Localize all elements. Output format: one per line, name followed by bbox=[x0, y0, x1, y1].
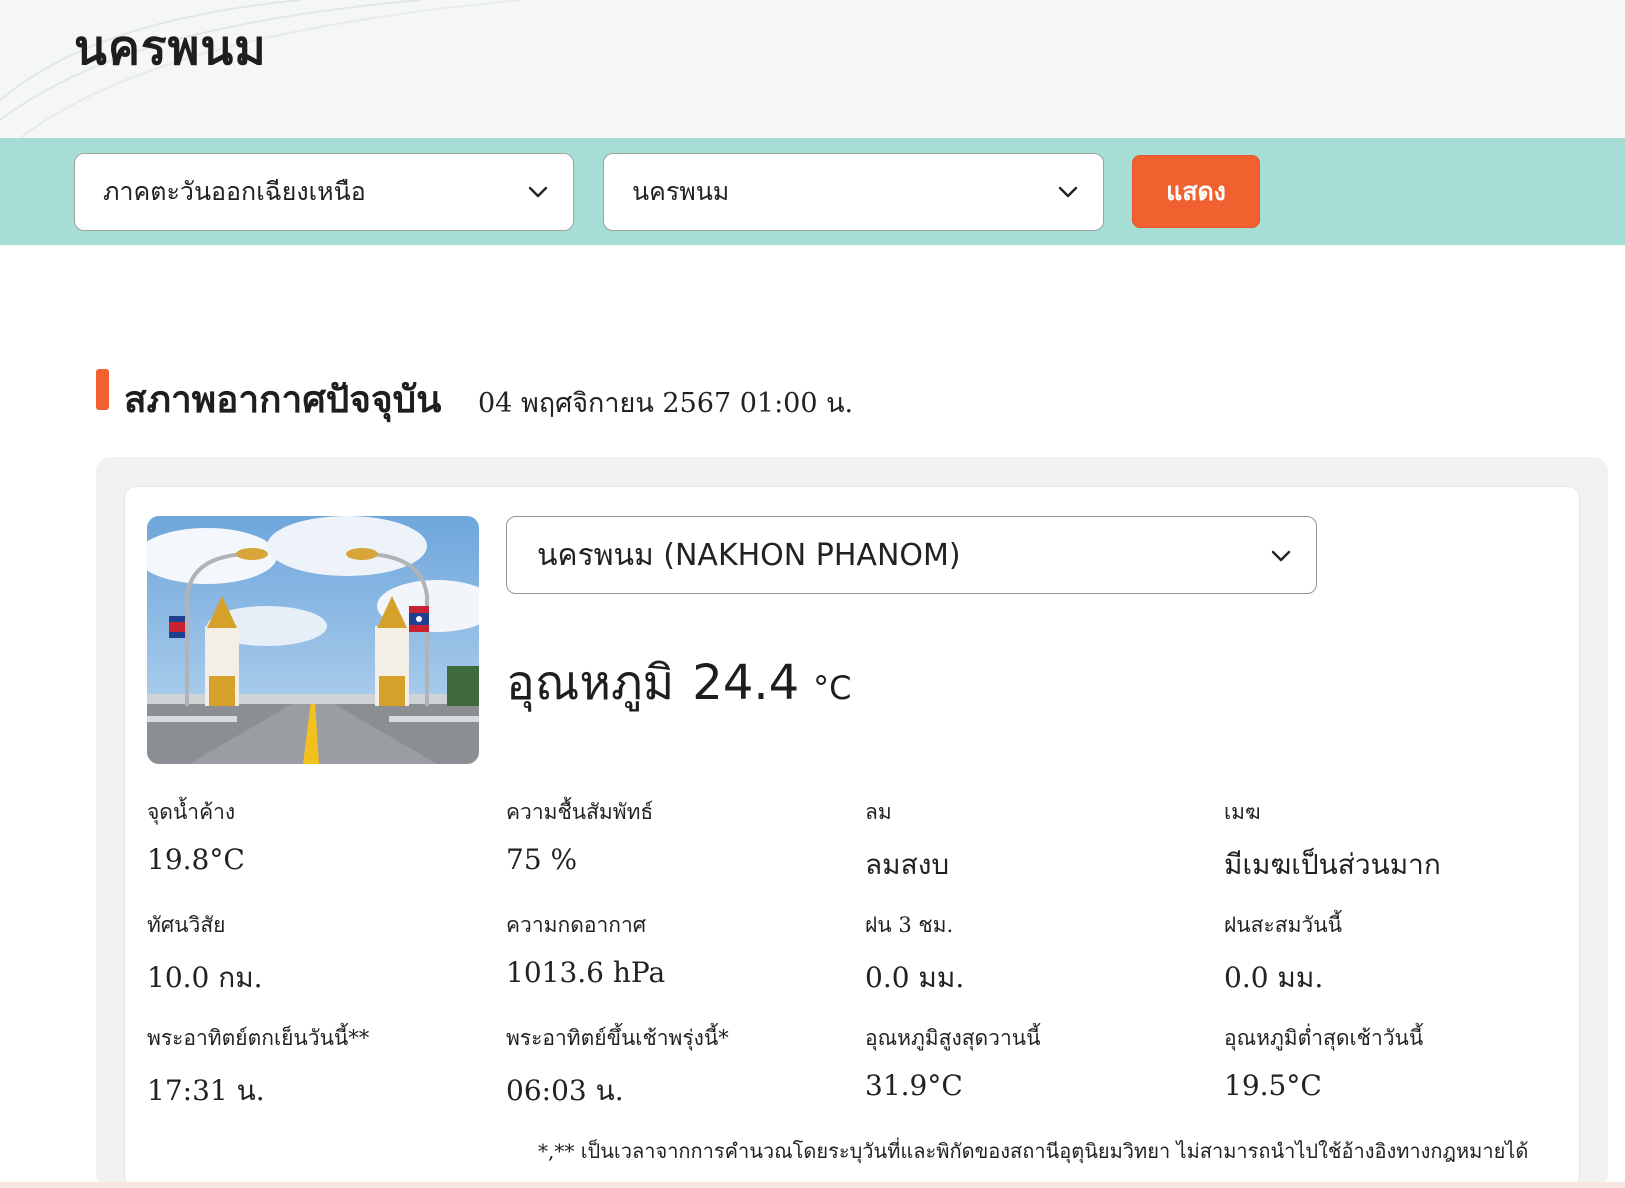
stat-value: มีเมฆเป็นส่วนมาก bbox=[1224, 848, 1441, 881]
stat-label: ความชื้นสัมพัทธ์ bbox=[506, 800, 654, 824]
stat-pressure: ความกดอากาศ 1013.6 hPa bbox=[506, 909, 846, 989]
province-select[interactable]: นครพนม bbox=[603, 153, 1104, 231]
stat-value: 17:31 น. bbox=[147, 1074, 265, 1107]
stat-value: 19.5°C bbox=[1224, 1069, 1322, 1102]
stat-label: ทัศนวิสัย bbox=[147, 913, 226, 937]
stat-label: เมฆ bbox=[1224, 800, 1261, 824]
stat-label: ฝน 3 ชม. bbox=[865, 913, 954, 937]
chevron-down-icon bbox=[528, 186, 548, 198]
stat-wind: ลม ลมสงบ bbox=[865, 796, 1205, 887]
stat-humidity: ความชื้นสัมพัทธ์ 75 % bbox=[506, 796, 846, 876]
observation-datetime: 04 พฤศจิกายน 2567 01:00 น. bbox=[478, 388, 854, 419]
stat-value: 0.0 มม. bbox=[865, 961, 965, 994]
stat-label: ฝนสะสมวันนี้ bbox=[1224, 913, 1342, 937]
stat-label: อุณหภูมิต่ำสุดเช้าวันนี้ bbox=[1224, 1026, 1424, 1050]
province-select-value: นครพนม bbox=[632, 177, 730, 206]
stat-value: 31.9°C bbox=[865, 1069, 963, 1102]
temperature-value: 24.4 bbox=[692, 655, 800, 711]
stat-value: ลมสงบ bbox=[865, 848, 950, 881]
page-title: นครพนม bbox=[74, 20, 267, 76]
section-accent-bar bbox=[96, 369, 109, 410]
station-select-value: นครพนม (NAKHON PHANOM) bbox=[537, 537, 961, 573]
region-select-value: ภาคตะวันออกเฉียงเหนือ bbox=[103, 177, 366, 206]
stat-visibility: ทัศนวิสัย 10.0 กม. bbox=[147, 909, 487, 1000]
stat-sunset: พระอาทิตย์ตกเย็นวันนี้** 17:31 น. bbox=[147, 1022, 487, 1113]
stat-sunrise: พระอาทิตย์ขึ้นเช้าพรุ่งนี้* 06:03 น. bbox=[506, 1022, 846, 1113]
stat-value: 75 % bbox=[506, 843, 578, 876]
stat-value: 0.0 มม. bbox=[1224, 961, 1324, 994]
stat-value: 19.8°C bbox=[147, 843, 245, 876]
region-select[interactable]: ภาคตะวันออกเฉียงเหนือ bbox=[74, 153, 574, 231]
stat-label: พระอาทิตย์ขึ้นเช้าพรุ่งนี้* bbox=[506, 1026, 729, 1050]
section-title: สภาพอากาศปัจจุบัน bbox=[124, 378, 442, 421]
stat-dew-point: จุดน้ำค้าง 19.8°C bbox=[147, 796, 487, 876]
stat-rain-today: ฝนสะสมวันนี้ 0.0 มม. bbox=[1224, 909, 1564, 1000]
station-select[interactable]: นครพนม (NAKHON PHANOM) bbox=[506, 516, 1317, 594]
footnote: *,** เป็นเวลาจากการคำนวณโดยระบุวันที่และ… bbox=[538, 1139, 1529, 1163]
stat-max-temp-yesterday: อุณหภูมิสูงสุดวานนี้ 31.9°C bbox=[865, 1022, 1205, 1102]
stat-value: 1013.6 hPa bbox=[506, 956, 666, 989]
stat-label: จุดน้ำค้าง bbox=[147, 800, 236, 824]
temperature-label: อุณหภูมิ bbox=[506, 655, 675, 711]
bridge-photo-icon bbox=[147, 516, 479, 764]
page-header: นครพนม bbox=[0, 0, 1625, 138]
stat-value: 06:03 น. bbox=[506, 1074, 624, 1107]
stat-label: ความกดอากาศ bbox=[506, 913, 647, 937]
current-temperature: อุณหภูมิ 24.4 °C bbox=[506, 645, 852, 721]
chevron-down-icon bbox=[1058, 186, 1078, 198]
chevron-down-icon bbox=[1271, 550, 1291, 562]
stat-label: ลม bbox=[865, 800, 892, 824]
stat-min-temp-today: อุณหภูมิต่ำสุดเช้าวันนี้ 19.5°C bbox=[1224, 1022, 1564, 1102]
stat-label: พระอาทิตย์ตกเย็นวันนี้** bbox=[147, 1026, 370, 1050]
stat-cloud: เมฆ มีเมฆเป็นส่วนมาก bbox=[1224, 796, 1564, 887]
temperature-unit: °C bbox=[813, 669, 852, 707]
stat-label: อุณหภูมิสูงสุดวานนี้ bbox=[865, 1026, 1041, 1050]
show-button[interactable]: แสดง bbox=[1132, 155, 1260, 228]
bottom-divider bbox=[0, 1182, 1625, 1188]
filter-bar: ภาคตะวันออกเฉียงเหนือ นครพนม แสดง bbox=[0, 138, 1625, 245]
stat-value: 10.0 กม. bbox=[147, 961, 263, 994]
station-photo bbox=[147, 516, 479, 764]
stat-rain-3h: ฝน 3 ชม. 0.0 มม. bbox=[865, 909, 1205, 1000]
